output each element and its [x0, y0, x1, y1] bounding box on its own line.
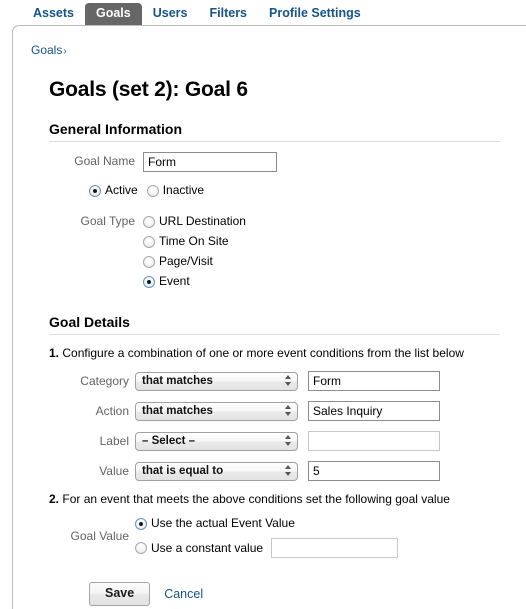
section-heading-general-information: General Information [49, 121, 500, 142]
form-footer: Save Cancel [49, 582, 500, 606]
radio-status-active-label: Active [105, 183, 138, 197]
goal-value-option-actual[interactable]: Use the actual Event Value [135, 514, 500, 533]
condition-match-select-value-value[interactable]: that is equal to [135, 461, 298, 481]
content-panel: Goals› Goals (set 2): Goal 6 General Inf… [12, 25, 526, 609]
goal-type-option-label: Time On Site [159, 234, 229, 248]
goal-name-label: Goal Name [74, 154, 135, 168]
condition-match-select-action-value[interactable]: that matches [135, 401, 298, 421]
step-1-instruction: 1. Configure a combination of one or mor… [49, 346, 500, 361]
condition-label-label: Label [99, 434, 129, 448]
condition-row-action: Action that matches [49, 401, 500, 421]
constant-value-input[interactable] [271, 538, 399, 558]
condition-row-label: Label – Select – [49, 431, 500, 451]
goal-value-option-constant[interactable]: Use a constant value [135, 538, 500, 558]
condition-match-select-category-value[interactable]: that matches [135, 371, 298, 391]
condition-value-input-label[interactable] [308, 431, 440, 451]
radio-goal-type-event[interactable] [143, 275, 155, 288]
section-heading-goal-details: Goal Details [49, 314, 500, 335]
goal-type-option-url-destination[interactable]: URL Destination [143, 212, 500, 231]
goal-value-label: Goal Value [70, 529, 129, 543]
radio-status-inactive[interactable] [146, 184, 159, 197]
condition-match-select-value[interactable]: that is equal to [135, 461, 298, 481]
condition-label-action: Action [95, 404, 129, 418]
condition-value-input-value[interactable] [308, 461, 440, 481]
step-2-instruction: 2. For an event that meets the above con… [49, 492, 500, 507]
cancel-link[interactable]: Cancel [164, 587, 203, 601]
goal-status-row: Active Inactive [89, 181, 500, 200]
radio-goal-type-time-on-site[interactable] [143, 235, 155, 248]
tab-assets[interactable]: Assets [22, 3, 85, 25]
radio-goal-type-page-visit[interactable] [143, 255, 155, 268]
goal-value-option-label: Use a constant value [151, 540, 264, 555]
page-title: Goals (set 2): Goal 6 [49, 78, 248, 101]
step-1-number: 1. [49, 346, 60, 360]
goal-type-option-time-on-site[interactable]: Time On Site [143, 232, 500, 251]
step-1-text: Configure a combination of one or more e… [62, 346, 464, 360]
save-button[interactable]: Save [89, 582, 151, 606]
tab-goals[interactable]: Goals [85, 3, 142, 25]
goal-type-option-event[interactable]: Event [143, 272, 500, 291]
radio-goal-type-url-destination[interactable] [143, 215, 155, 228]
goal-type-option-label: URL Destination [159, 214, 246, 228]
goal-type-label: Goal Type [80, 214, 135, 228]
form-container: Goals (set 2): Goal 6 General Informatio… [13, 78, 526, 606]
goal-type-option-page-visit[interactable]: Page/Visit [143, 252, 500, 271]
condition-label-value: Value [99, 464, 129, 478]
goal-type-options: URL Destination Time On Site Page/Visit … [143, 212, 500, 292]
radio-goal-value-actual[interactable] [135, 517, 147, 530]
goal-value-options: Use the actual Event Value Use a constan… [135, 514, 500, 558]
step-2-number: 2. [49, 492, 60, 506]
goal-name-row: Goal Name [49, 152, 500, 172]
condition-match-select-category[interactable]: that matches [135, 371, 298, 391]
radio-goal-value-constant[interactable] [135, 542, 147, 554]
condition-label-category: Category [80, 374, 129, 388]
condition-row-value: Value that is equal to [49, 461, 500, 481]
breadcrumb-separator-icon: › [63, 46, 67, 57]
condition-match-select-action[interactable]: that matches [135, 401, 298, 421]
tab-filters[interactable]: Filters [199, 3, 259, 25]
radio-status-active[interactable] [89, 184, 101, 197]
tab-users[interactable]: Users [142, 3, 199, 25]
goal-name-input[interactable] [143, 152, 277, 172]
goal-type-row: Goal Type URL Destination Time On Site P… [49, 212, 500, 292]
condition-value-input-category[interactable] [308, 371, 440, 391]
goal-type-option-label: Page/Visit [159, 254, 213, 268]
goal-value-row: Goal Value Use the actual Event Value Us… [49, 514, 500, 558]
goal-value-option-label: Use the actual Event Value [151, 516, 295, 530]
breadcrumb: Goals› [13, 26, 526, 57]
step-2-text: For an event that meets the above condit… [62, 492, 450, 506]
condition-match-select-label[interactable]: – Select – [135, 431, 298, 451]
condition-match-select-label-value[interactable]: – Select – [135, 431, 298, 451]
condition-value-input-action[interactable] [308, 401, 440, 421]
breadcrumb-goals-link[interactable]: Goals [31, 43, 62, 57]
condition-row-category: Category that matches [49, 371, 500, 391]
radio-status-inactive-label: Inactive [162, 183, 205, 197]
tab-strip: Assets Goals Users Filters Profile Setti… [0, 0, 526, 25]
goal-type-option-label: Event [159, 274, 190, 288]
tab-profile-settings[interactable]: Profile Settings [258, 3, 372, 25]
